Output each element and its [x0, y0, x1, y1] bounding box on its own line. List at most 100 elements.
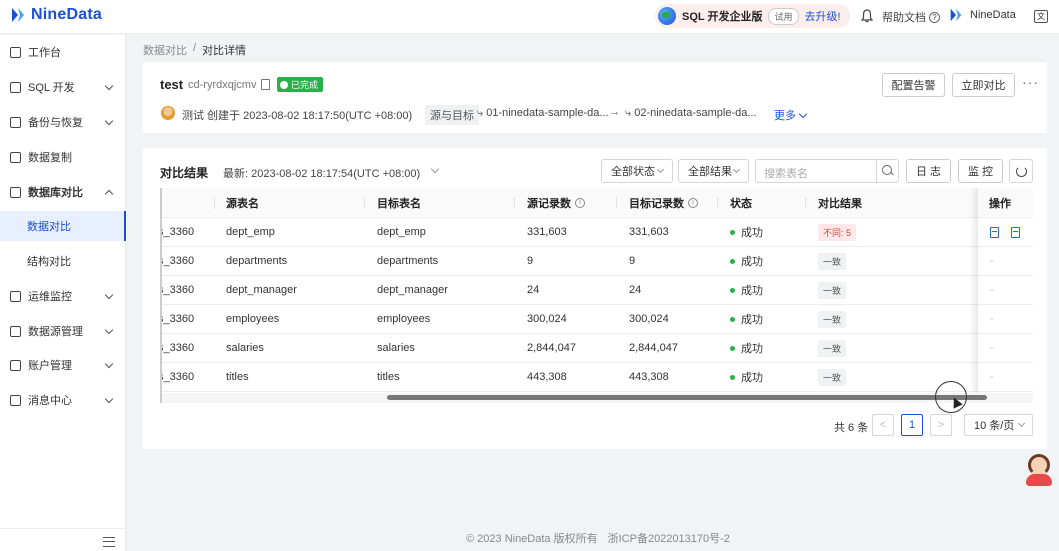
configure-alert-button[interactable]: 配置告警 — [882, 73, 945, 97]
table-row[interactable]: s_3360 dept_emp dept_emp 331,603 331,603… — [162, 218, 1033, 247]
cell-target-count: 331,603 — [629, 226, 669, 238]
cell-source-table: titles — [226, 371, 249, 383]
view-report-icon[interactable] — [990, 226, 999, 238]
compare-icon — [10, 186, 21, 198]
copy-icon[interactable] — [261, 79, 270, 90]
user-logo-icon — [950, 8, 962, 22]
sidebar-item-label: 数据源管理 — [28, 326, 83, 338]
results-table: 源表名 目标表名 源记录数 i 目标记录数 i 状态 对比结果 s_3360 d… — [160, 188, 1033, 403]
upgrade-link[interactable]: 去升级! — [805, 8, 841, 24]
help-docs-link[interactable]: 帮助文档 ? — [882, 9, 940, 25]
avatar — [161, 106, 175, 120]
logo[interactable]: NineData — [9, 6, 102, 24]
help-label: 帮助文档 — [882, 12, 926, 24]
sidebar-item-datasource[interactable]: 数据源管理 — [0, 314, 126, 348]
sidebar-item-messages[interactable]: 消息中心 — [0, 383, 126, 417]
question-icon: ? — [929, 11, 940, 23]
sidebar-item-label: SQL 开发 — [28, 82, 75, 94]
table-row[interactable]: s_3360 dept_manager dept_manager 24 24 成… — [162, 276, 1033, 305]
log-button[interactable]: 日 志 — [906, 159, 951, 183]
success-dot-icon — [730, 287, 735, 293]
result-filter-select[interactable]: 全部结果 — [678, 159, 749, 183]
source-target-tag: 源与目标 — [425, 105, 479, 125]
sidebar-item-replication[interactable]: 数据复制 — [0, 140, 126, 174]
view-diff-icon[interactable] — [1011, 226, 1020, 238]
sidebar-item-workbench[interactable]: 工作台 — [0, 35, 126, 69]
horizontal-scrollbar[interactable] — [162, 393, 1033, 403]
cell-source-count: 9 — [527, 255, 534, 267]
table-row[interactable]: s_3360 titles titles 443,308 443,308 成功 … — [162, 363, 1033, 392]
status-filter-select[interactable]: 全部状态 — [601, 159, 673, 183]
col-header-operations: 操作 — [978, 188, 1033, 218]
sidebar-item-label: 数据库对比 — [28, 187, 83, 199]
page-size-select[interactable]: 10 条/页 — [964, 414, 1033, 436]
chevron-down-icon — [104, 359, 114, 369]
promo-banner[interactable]: SQL 开发企业版 试用 去升级! — [655, 4, 850, 28]
sidebar-item-sql-dev[interactable]: SQL 开发 — [0, 70, 126, 104]
bell-icon[interactable] — [861, 9, 873, 23]
table-row[interactable]: s_3360 salaries salaries 2,844,047 2,844… — [162, 334, 1033, 363]
cell-database: s_3360 — [160, 255, 195, 267]
cell-compare-result: 一致 — [818, 247, 847, 275]
consistent-tag: 一致 — [818, 339, 847, 357]
target-datasource[interactable]: ⤷ 02-ninedata-sample-da... — [625, 107, 757, 120]
pagination-page-1[interactable]: 1 — [901, 414, 923, 436]
info-icon[interactable]: i — [688, 198, 698, 208]
col-header-status[interactable]: 状态 — [730, 188, 752, 218]
scrollbar-thumb[interactable] — [387, 395, 987, 400]
consistent-tag: 一致 — [818, 252, 847, 270]
icp-license[interactable]: 浙ICP备2022013170号-2 — [608, 530, 730, 546]
language-switch-icon[interactable]: 文 — [1034, 10, 1048, 23]
sidebar-item-account[interactable]: 账户管理 — [0, 348, 126, 382]
sidebar-item-backup[interactable]: 备份与恢复 — [0, 105, 126, 139]
sidebar-item-label: 备份与恢复 — [28, 117, 83, 129]
promo-title: SQL 开发企业版 — [682, 11, 763, 23]
compare-now-button[interactable]: 立即对比 — [952, 73, 1015, 97]
cell-target-count: 9 — [629, 255, 636, 267]
sidebar-item-ops-monitor[interactable]: 运维监控 — [0, 279, 126, 313]
table-row[interactable]: s_3360 employees employees 300,024 300,0… — [162, 305, 1033, 334]
diff-tag[interactable]: 不同: 5 — [818, 223, 857, 241]
col-header-target-count[interactable]: 目标记录数 i — [629, 188, 698, 218]
cell-source-count: 331,603 — [527, 226, 567, 238]
refresh-icon[interactable] — [1009, 159, 1033, 183]
sidebar-item-db-compare[interactable]: 数据库对比 — [0, 175, 126, 209]
col-header-target-count-label: 目标记录数 — [629, 198, 684, 210]
cell-database: s_3360 — [160, 313, 195, 325]
monitor-button[interactable]: 监 控 — [958, 159, 1003, 183]
chevron-down-icon — [1017, 419, 1026, 428]
column-separator — [514, 197, 515, 209]
search-icon[interactable] — [876, 160, 898, 182]
task-id: cd-ryrdxqjcmv — [188, 79, 257, 91]
success-dot-icon — [730, 374, 735, 380]
breadcrumb-separator: / — [193, 42, 197, 54]
source-datasource[interactable]: ⤷ 01-ninedata-sample-da... — [477, 107, 609, 120]
col-header-source-table[interactable]: 源表名 — [226, 188, 259, 218]
column-separator — [805, 197, 806, 209]
sidebar-subitem-data-compare[interactable]: 数据对比 — [0, 211, 126, 241]
sidebar-subitem-schema-compare[interactable]: 结构对比 — [0, 246, 126, 276]
breadcrumb-parent[interactable]: 数据对比 — [143, 42, 187, 58]
cell-source-count: 2,844,047 — [527, 342, 576, 354]
cell-compare-result: 一致 — [818, 305, 847, 333]
more-link[interactable]: 更多 — [774, 107, 808, 123]
ops-cell: - — [978, 276, 1033, 305]
table-row[interactable]: s_3360 departments departments 9 9 成功 一致 — [162, 247, 1033, 276]
col-header-compare-result[interactable]: 对比结果 — [818, 188, 862, 218]
col-header-source-count[interactable]: 源记录数 i — [527, 188, 585, 218]
chevron-down-icon[interactable] — [430, 164, 440, 174]
customer-support-avatar[interactable] — [1024, 452, 1054, 486]
cell-status: 成功 — [730, 218, 763, 246]
consistent-tag: 一致 — [818, 310, 847, 328]
pagination-next[interactable]: > — [930, 414, 952, 436]
more-options-icon[interactable]: ··· — [1022, 74, 1039, 90]
collapse-sidebar-icon[interactable] — [103, 537, 115, 547]
column-separator — [717, 197, 718, 209]
user-menu[interactable]: NineData — [948, 7, 1016, 23]
table-search-input[interactable]: 搜索表名 — [755, 159, 899, 183]
latest-run-select[interactable]: 最新: 2023-08-02 18:17:54(UTC +08:00) — [223, 165, 420, 181]
pagination-prev[interactable]: < — [872, 414, 894, 436]
info-icon[interactable]: i — [575, 198, 585, 208]
cell-target-table: departments — [377, 255, 439, 267]
col-header-target-table[interactable]: 目标表名 — [377, 188, 421, 218]
